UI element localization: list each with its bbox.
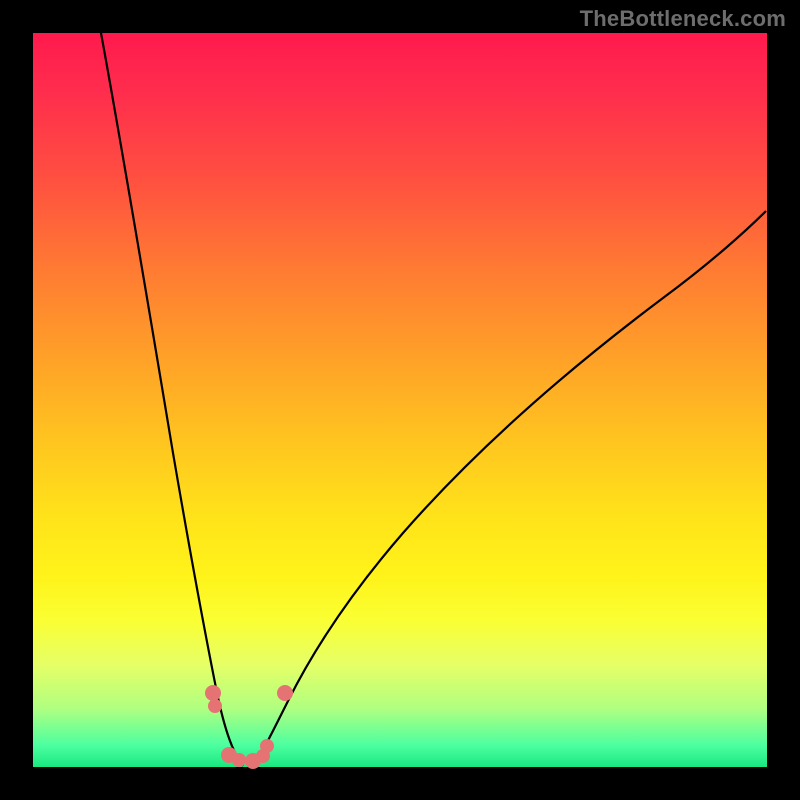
data-marker <box>277 685 293 701</box>
plot-area <box>33 33 767 767</box>
chart-frame: TheBottleneck.com <box>0 0 800 800</box>
left-curve <box>101 33 243 766</box>
right-curve <box>253 211 766 766</box>
data-marker <box>208 699 222 713</box>
watermark-text: TheBottleneck.com <box>580 6 786 32</box>
data-marker <box>232 753 246 767</box>
data-marker <box>260 739 274 753</box>
bottleneck-curves <box>33 33 767 767</box>
